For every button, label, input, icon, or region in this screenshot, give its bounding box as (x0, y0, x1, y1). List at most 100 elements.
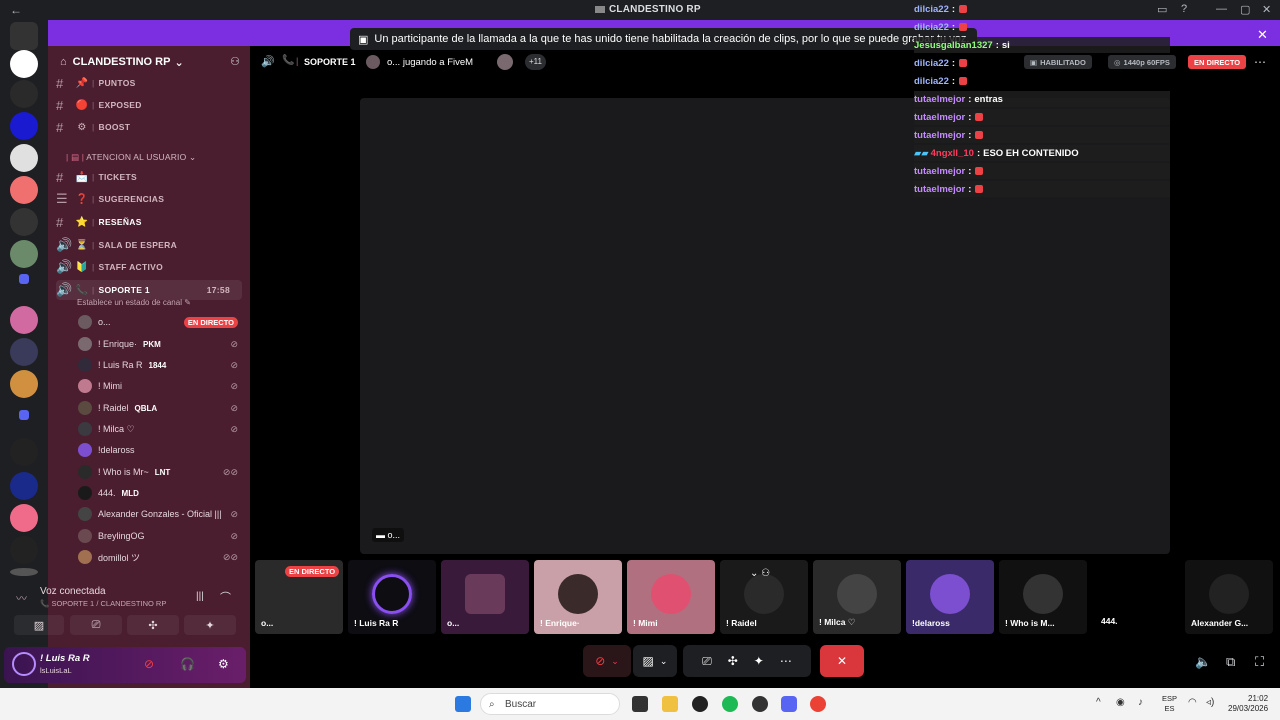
taskbar-search[interactable]: ⌕ Buscar (480, 693, 620, 715)
mic-toggle-button[interactable]: ⊘ ⌄ (583, 645, 631, 677)
more-icon[interactable]: ⋯ (1254, 55, 1266, 69)
disconnect-icon[interactable]: ⌒ (220, 589, 231, 605)
maximize-icon[interactable]: ▢ (1240, 3, 1250, 16)
signal-icon[interactable]: 〰 (16, 590, 27, 606)
channel-exposed[interactable]: # 🔴 | EXPOSED (56, 95, 142, 115)
server-icon[interactable] (10, 306, 38, 334)
channel-tickets[interactable]: # 📩 | TICKETS (56, 167, 137, 187)
extra-participants[interactable]: +11 (525, 54, 546, 70)
activities-button[interactable]: ✣ (127, 615, 179, 635)
server-icon[interactable] (10, 240, 38, 268)
popout-icon[interactable]: ⧉ (1226, 654, 1235, 670)
participant-tile[interactable]: !delaross (906, 560, 994, 634)
voice-user[interactable]: BreylingOG ⊘ (78, 526, 242, 546)
channel-soporte-1[interactable]: 🔊 📞 | SOPORTE 1 17:58 (56, 280, 242, 300)
activities-icon[interactable]: ✣ (728, 654, 738, 668)
channel-staff-activo[interactable]: 🔊 🔰 | STAFF ACTIVO (56, 257, 163, 277)
voice-user[interactable]: ! Who is Mr~ LNT ⊘⊘ (78, 462, 242, 482)
participant-tile[interactable]: o... (441, 560, 529, 634)
participant-tile[interactable]: EN DIRECTO o... (255, 560, 343, 634)
camera-toggle-button[interactable]: ▨ ⌄ (633, 645, 677, 677)
avatar[interactable] (12, 652, 36, 676)
category-atencion[interactable]: | ▤ | ATENCION AL USUARIO ⌄ (66, 152, 196, 163)
network-tray-icon[interactable]: ◉ (1116, 697, 1125, 708)
mic-tray-icon[interactable]: ♪ (1138, 697, 1143, 708)
voice-user[interactable]: o... EN DIRECTO (78, 312, 242, 332)
voice-user[interactable]: domillol ツ ⊘⊘ (78, 547, 242, 567)
invite-icon[interactable]: ⚇ (230, 55, 240, 68)
channel-boost[interactable]: # ⚙ | BOOST (56, 117, 130, 137)
home-icon[interactable] (10, 22, 38, 50)
camera-off-button[interactable]: ▨ (14, 615, 64, 635)
app-icon[interactable] (752, 696, 768, 712)
participant-tile[interactable]: ! Milca ♡ (813, 560, 901, 634)
fullscreen-icon[interactable]: ⛶ (1255, 654, 1264, 670)
language-indicator[interactable]: ESP ES (1162, 694, 1177, 714)
voice-user[interactable]: ! Milca ♡ ⊘ (78, 419, 242, 439)
channel-status-hint[interactable]: Establece un estado de canal ✎ (77, 298, 191, 307)
server-icon[interactable] (10, 112, 38, 140)
tray-chevron-icon[interactable]: ^ (1096, 697, 1101, 708)
soundboard-icon[interactable]: ✦ (754, 654, 764, 668)
channel-sugerencias[interactable]: ☰ ❓ | SUGERENCIAS (56, 189, 164, 209)
channel-resenas[interactable]: # ⭐ | RESEÑAS (56, 212, 142, 232)
participant-tile[interactable]: ! Enrique· (534, 560, 622, 634)
server-icon[interactable] (10, 208, 38, 236)
server-icon[interactable] (10, 370, 38, 398)
folder-icon[interactable] (19, 274, 29, 284)
folder-icon[interactable] (19, 410, 29, 420)
server-icon[interactable] (10, 176, 38, 204)
spotify-icon[interactable] (722, 696, 738, 712)
voice-user[interactable]: ! Luis Ra R 1844 ⊘ (78, 355, 242, 375)
soundboard-button[interactable]: ✦ (184, 615, 236, 635)
server-icon[interactable] (10, 536, 38, 564)
server-icon[interactable] (10, 504, 38, 532)
participant-tile[interactable]: ! Who is M... (999, 560, 1087, 634)
voice-user[interactable]: !delaross (78, 440, 242, 460)
start-icon[interactable] (455, 696, 471, 712)
task-view-icon[interactable] (632, 696, 648, 712)
voice-user[interactable]: ! Mimi ⊘ (78, 376, 242, 396)
disconnect-button[interactable]: ✕ (820, 645, 864, 677)
voice-user[interactable]: 444. MLD (78, 483, 242, 503)
server-icon[interactable] (10, 568, 38, 576)
server-icon[interactable] (10, 472, 38, 500)
voice-user[interactable]: Alexander Gonzales - Oficial ||| ⊘ (78, 504, 242, 524)
voice-user[interactable]: ! Raidel QBLA ⊘ (78, 398, 242, 418)
server-header[interactable]: ⌂ CLANDESTINO RP ⌄ ⚇ (48, 50, 250, 74)
mic-muted-icon[interactable]: ⊘ (144, 657, 154, 671)
server-icon[interactable] (10, 338, 38, 366)
voice-channel-link[interactable]: 📞 SOPORTE 1 / CLANDESTINO RP (40, 599, 166, 608)
channel-puntos[interactable]: # 📌 | PUNTOS (56, 73, 136, 93)
volume-tray-icon[interactable]: ◃) (1206, 697, 1214, 708)
chrome-icon[interactable] (810, 696, 826, 712)
headphones-icon[interactable]: 🎧 (180, 657, 195, 671)
minimize-icon[interactable]: — (1216, 3, 1227, 15)
server-icon[interactable] (10, 144, 38, 172)
participant-tile[interactable]: ! Luis Ra R (348, 560, 436, 634)
more-options-icon[interactable]: ⋯ (780, 654, 792, 668)
wifi-icon[interactable]: ◠ (1188, 697, 1197, 708)
back-arrow-icon[interactable]: ← (10, 3, 22, 17)
volume-icon[interactable]: 🔈 (1195, 654, 1211, 670)
voice-user[interactable]: ! Enrique· PKM ⊘ (78, 334, 242, 354)
participant-tile[interactable]: 444. (1092, 560, 1180, 634)
app-icon[interactable] (692, 696, 708, 712)
server-icon[interactable] (10, 80, 38, 108)
discord-icon[interactable] (781, 696, 797, 712)
clock[interactable]: 21:02 29/03/2026 (1228, 694, 1268, 714)
participant-tile[interactable]: ⌄ ⚇! Raidel (720, 560, 808, 634)
screen-share-icon[interactable]: ⎚ (702, 654, 712, 669)
close-notice-icon[interactable]: ✕ (1257, 27, 1268, 43)
channel-sala-espera[interactable]: 🔊 ⏳ | SALA DE ESPERA (56, 235, 177, 255)
user-name[interactable]: ! Luis Ra R (40, 653, 90, 664)
close-window-icon[interactable]: ✕ (1262, 3, 1271, 16)
settings-icon[interactable]: ⚙ (218, 657, 229, 671)
help-icon[interactable]: ? (1181, 3, 1187, 15)
screen-share-button[interactable]: ⎚ (70, 615, 122, 635)
server-icon[interactable] (10, 50, 38, 78)
participant-tile[interactable]: ! Mimi (627, 560, 715, 634)
noise-suppression-icon[interactable]: ||| (196, 591, 204, 602)
server-icon[interactable] (10, 438, 38, 466)
file-explorer-icon[interactable] (662, 696, 678, 712)
